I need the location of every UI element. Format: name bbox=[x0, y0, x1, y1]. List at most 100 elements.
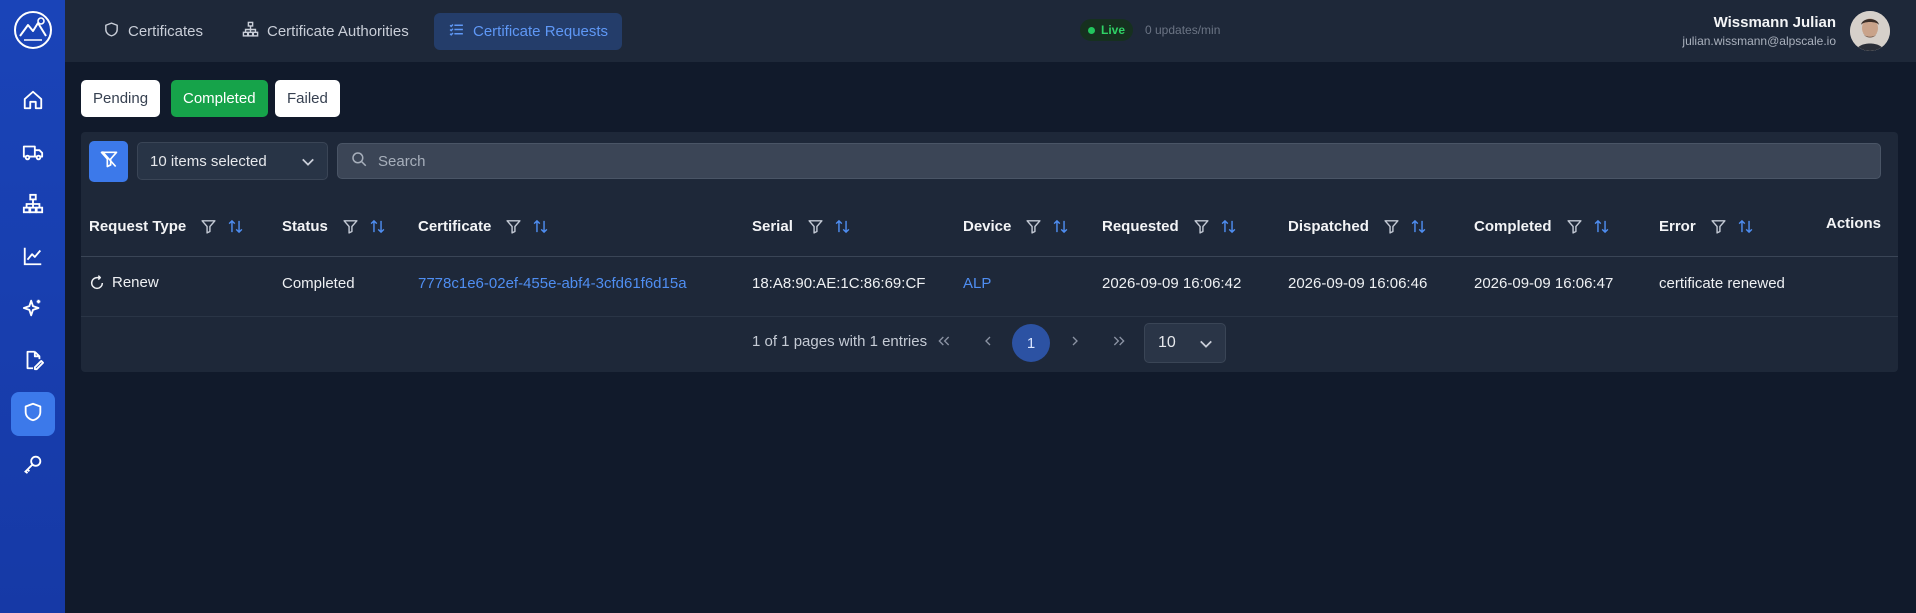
live-dot-icon bbox=[1088, 26, 1095, 34]
list-icon bbox=[448, 21, 473, 42]
page-button-current[interactable]: 1 bbox=[1012, 324, 1050, 362]
header-label: Error bbox=[1659, 217, 1696, 235]
user-email: julian.wissmann@alpscale.io bbox=[1682, 34, 1836, 48]
tab-certificates[interactable]: Certificates bbox=[89, 13, 217, 50]
cell-request-type: Renew bbox=[89, 274, 159, 291]
sort-icon[interactable] bbox=[1220, 218, 1237, 235]
filter-pending-button[interactable]: Pending bbox=[81, 80, 161, 117]
tab-label: Certificates bbox=[128, 23, 204, 40]
tab-certificate-authorities[interactable]: Certificate Authorities bbox=[228, 13, 423, 50]
header-requested: Requested bbox=[1102, 216, 1237, 236]
header-error: Error bbox=[1659, 216, 1754, 236]
header-label: Device bbox=[963, 217, 1012, 235]
tab-label: Certificate Authorities bbox=[267, 23, 409, 40]
live-badge: Live bbox=[1080, 19, 1134, 41]
truck-icon bbox=[22, 141, 44, 168]
sort-icon[interactable] bbox=[1410, 218, 1427, 235]
last-page-button[interactable] bbox=[1100, 324, 1138, 362]
column-select-value: 10 items selected bbox=[150, 152, 267, 170]
sort-icon[interactable] bbox=[834, 218, 851, 235]
sidebar-item-devices[interactable] bbox=[11, 132, 55, 176]
header-completed: Completed bbox=[1474, 216, 1610, 236]
cell-serial: 18:A8:90:AE:1C:86:69:CF bbox=[752, 275, 926, 292]
update-rate: 0 updates/min bbox=[1145, 23, 1221, 37]
chevron-right-icon bbox=[1067, 333, 1083, 353]
sort-icon[interactable] bbox=[532, 218, 549, 235]
filter-icon[interactable] bbox=[1710, 218, 1727, 235]
row-divider bbox=[81, 316, 1898, 317]
sidebar-item-ai[interactable] bbox=[11, 288, 55, 332]
header-divider bbox=[81, 256, 1898, 257]
certificate-link[interactable]: 7778c1e6-02ef-455e-abf4-3cfd61f6d15a bbox=[418, 275, 687, 292]
filter-icon[interactable] bbox=[342, 218, 359, 235]
sort-icon[interactable] bbox=[227, 218, 244, 235]
header-label: Certificate bbox=[418, 217, 492, 235]
avatar[interactable] bbox=[1850, 11, 1890, 51]
cell-status: Completed bbox=[282, 275, 355, 292]
filter-completed-button[interactable]: Completed bbox=[171, 80, 268, 117]
device-link[interactable]: ALP bbox=[963, 275, 991, 292]
tab-label: Certificate Requests bbox=[473, 23, 609, 40]
tab-certificate-requests[interactable]: Certificate Requests bbox=[434, 13, 623, 50]
cell-completed: 2026-09-09 16:06:47 bbox=[1474, 275, 1614, 292]
header-status: Status bbox=[282, 216, 386, 236]
filter-icon[interactable] bbox=[1383, 218, 1400, 235]
first-page-button[interactable] bbox=[925, 324, 963, 362]
live-label: Live bbox=[1101, 23, 1126, 37]
clear-filter-button[interactable] bbox=[89, 141, 128, 182]
shield-icon bbox=[22, 401, 44, 428]
chevrons-right-icon bbox=[1111, 333, 1127, 353]
sort-icon[interactable] bbox=[1737, 218, 1754, 235]
sidebar-item-security[interactable] bbox=[11, 392, 55, 436]
key-icon bbox=[22, 453, 44, 480]
cell-requested: 2026-09-09 16:06:42 bbox=[1102, 275, 1242, 292]
search-icon bbox=[338, 150, 378, 173]
sidebar-item-home[interactable] bbox=[11, 80, 55, 124]
next-page-button[interactable] bbox=[1056, 324, 1094, 362]
request-type-value: Renew bbox=[112, 274, 159, 291]
sidebar bbox=[0, 0, 65, 613]
search-field bbox=[337, 143, 1881, 179]
cell-dispatched: 2026-09-09 16:06:46 bbox=[1288, 275, 1428, 292]
header-label: Actions bbox=[1826, 214, 1882, 232]
app-logo[interactable] bbox=[11, 8, 55, 52]
pagination-summary: 1 of 1 pages with 1 entries bbox=[752, 333, 928, 350]
header-request-type: Request Type bbox=[89, 216, 244, 236]
header-actions: Actions bbox=[1826, 213, 1881, 233]
refresh-icon bbox=[89, 274, 105, 291]
filter-icon[interactable] bbox=[1566, 218, 1583, 235]
sort-icon[interactable] bbox=[1593, 218, 1610, 235]
header-dispatched: Dispatched bbox=[1288, 216, 1427, 236]
home-icon bbox=[22, 89, 44, 116]
sitemap-icon bbox=[242, 21, 267, 42]
filter-failed-button[interactable]: Failed bbox=[275, 80, 340, 117]
header-label: Request Type bbox=[89, 217, 187, 235]
sidebar-item-network[interactable] bbox=[11, 184, 55, 228]
cell-error: certificate renewed bbox=[1659, 275, 1785, 292]
user-name: Wissmann Julian bbox=[1713, 14, 1836, 31]
filter-icon[interactable] bbox=[200, 218, 217, 235]
search-input[interactable] bbox=[378, 152, 1880, 170]
chevron-left-icon bbox=[980, 333, 996, 353]
filter-icon[interactable] bbox=[807, 218, 824, 235]
header-label: Serial bbox=[752, 217, 793, 235]
sidebar-item-documents[interactable] bbox=[11, 340, 55, 384]
filter-off-icon bbox=[99, 149, 119, 174]
shield-icon bbox=[103, 21, 128, 42]
sort-icon[interactable] bbox=[1052, 218, 1069, 235]
filter-icon[interactable] bbox=[505, 218, 522, 235]
filter-icon[interactable] bbox=[1193, 218, 1210, 235]
sidebar-item-analytics[interactable] bbox=[11, 236, 55, 280]
header-serial: Serial bbox=[752, 216, 851, 236]
sort-icon[interactable] bbox=[369, 218, 386, 235]
header-certificate: Certificate bbox=[418, 216, 549, 236]
header-device: Device bbox=[963, 216, 1069, 236]
chevrons-left-icon bbox=[936, 333, 952, 353]
previous-page-button[interactable] bbox=[969, 324, 1007, 362]
rows-per-page-select[interactable]: 10 bbox=[1144, 323, 1226, 363]
column-select[interactable]: 10 items selected bbox=[137, 142, 328, 180]
sidebar-item-keys[interactable] bbox=[11, 444, 55, 488]
filter-icon[interactable] bbox=[1025, 218, 1042, 235]
rows-per-page-value: 10 bbox=[1158, 334, 1176, 351]
file-edit-icon bbox=[22, 349, 44, 376]
